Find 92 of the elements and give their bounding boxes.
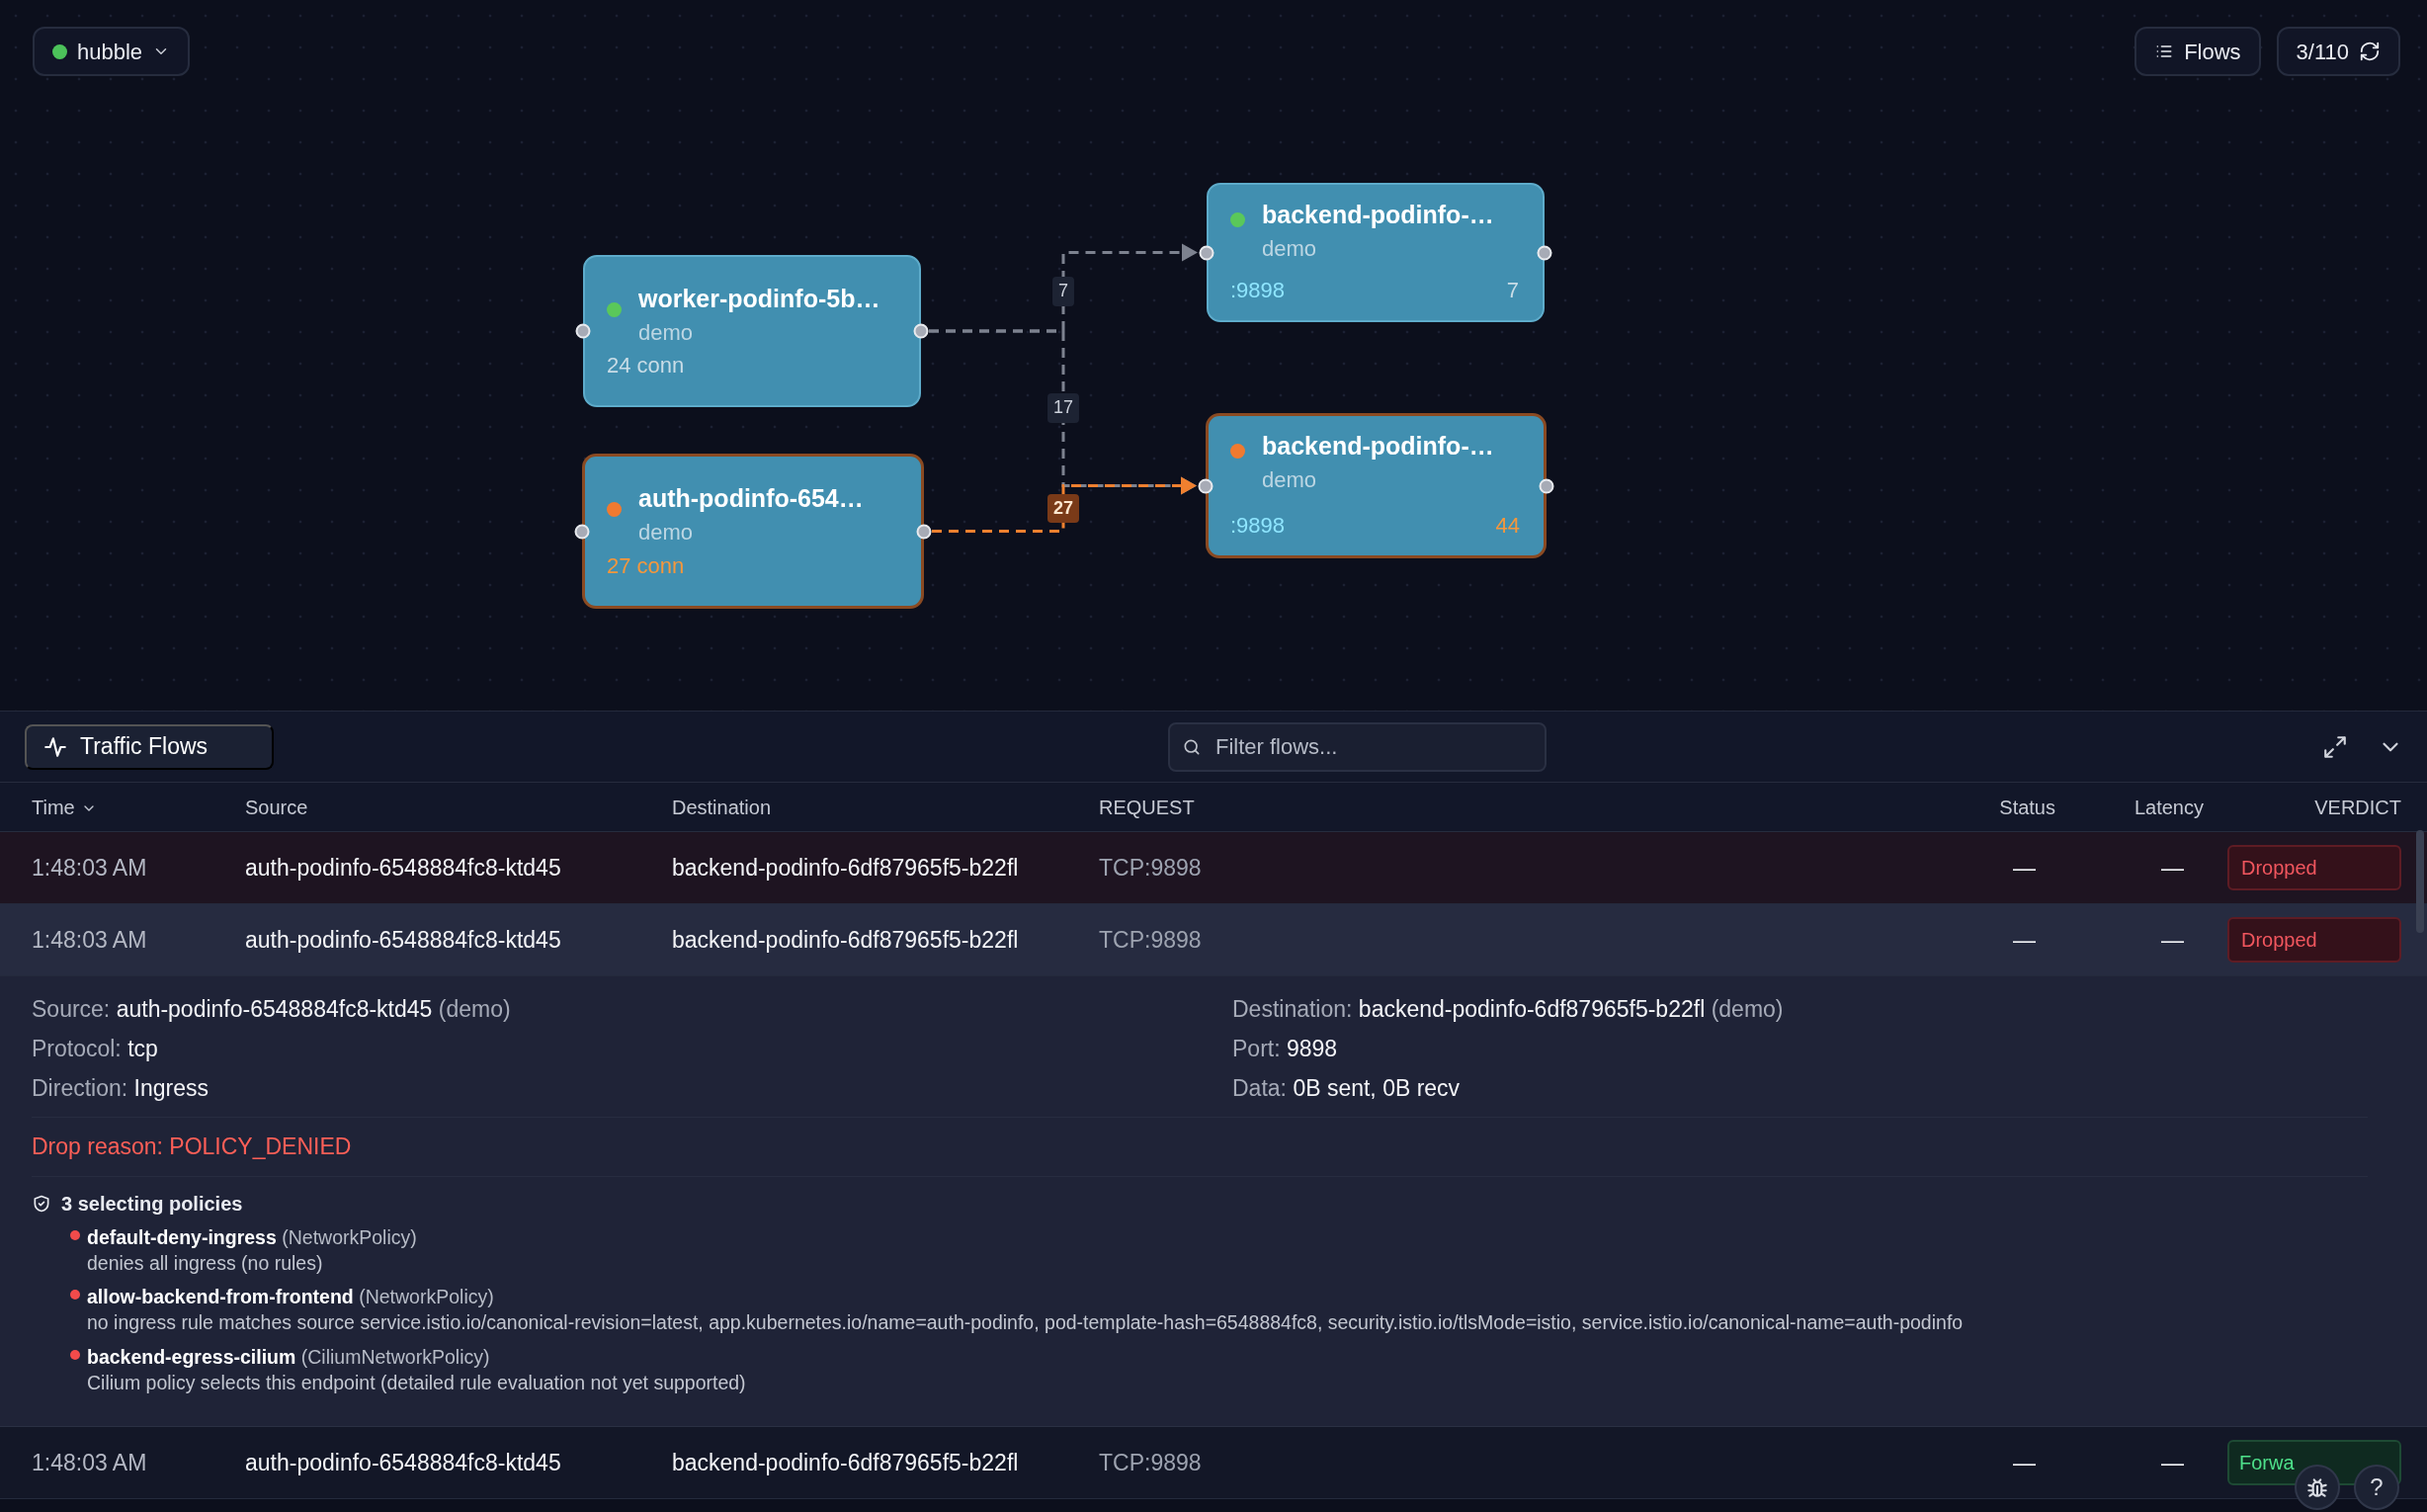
flow-row[interactable]: 1:48:03 AM auth-podinfo-6548884fc8-ktd45 backend-podinfo-6df87965f5-b22fl TCP:9898 — — Dropped [0, 904, 2427, 976]
status-cell-text: — [2012, 925, 2037, 955]
policies-heading: 3 selecting policies [61, 1191, 243, 1217]
status-dot [70, 1349, 80, 1360]
field-label: Protocol: [32, 1036, 122, 1061]
destination-cell-text: backend-podinfo-6df87965f5-b22fl [672, 853, 1020, 882]
column-header: Status [1998, 795, 2055, 820]
edge-label: 7 [1052, 277, 1074, 307]
field-value: auth-podinfo-6548884fc8-ktd45 [116, 996, 433, 1022]
destination-cell-text: backend-podinfo-6df87965f5-b22fl [672, 1448, 1020, 1477]
connection-handle[interactable] [1199, 245, 1214, 260]
latency-cell-text: — [2160, 853, 2185, 882]
port-label: :9898 [1230, 512, 1286, 540]
service-node[interactable]: backend-podinfo-… demo :9898 44 [1206, 413, 1547, 558]
policy-description: Cilium policy selects this endpoint (detailed rule evaluation not yet supported) [87, 1372, 746, 1394]
time-cell-text: 1:48:03 AM [32, 925, 148, 955]
column-header: REQUEST [1099, 795, 1196, 820]
field-value: tcp [127, 1036, 158, 1061]
policy-type: (NetworkPolicy) [282, 1225, 417, 1248]
policy-type: (NetworkPolicy) [359, 1286, 494, 1308]
status-cell-text: — [2012, 1448, 2037, 1477]
namespace-label: demo [638, 319, 694, 347]
port-label: :9898 [1230, 277, 1286, 304]
field-value: Ingress [133, 1075, 209, 1101]
namespace-text: (demo) [438, 996, 511, 1022]
namespace-label: demo [1262, 235, 1317, 263]
scrollbar-thumb[interactable] [2416, 830, 2424, 933]
node-title: backend-podinfo-… [1262, 200, 1494, 230]
flow-row[interactable]: 1:48:03 AM auth-podinfo-6548884fc8-ktd45 backend-podinfo-6df87965f5-b22fl TCP:9898 — — Dropped [0, 832, 2427, 904]
namespace-text: (demo) [1711, 996, 1784, 1022]
latency-cell-text: — [2160, 1448, 2185, 1477]
connection-handle[interactable] [574, 524, 590, 539]
node-title: auth-podinfo-654… [638, 483, 864, 514]
source-cell-text: auth-podinfo-6548884fc8-ktd45 [245, 925, 562, 955]
policy-description: no ingress rule matches source service.istio.io/canonical-revision=latest, app.kubernetes.io/name=auth-podinfo, pod-template-hash=6548884fc8, security.istio.io/tlsMode=istio, service.istio.io/canonical-name=auth-podinfo [87, 1311, 1964, 1334]
cluster-dropdown[interactable]: hubble [33, 27, 191, 76]
expand-icon [2322, 733, 2348, 760]
workload-node[interactable]: auth-podinfo-654… demo 27 conn [582, 454, 924, 609]
field-label: Direction: [32, 1075, 128, 1101]
verdict-badge: Dropped [2227, 845, 2401, 890]
column-header: Latency [2133, 795, 2204, 820]
field-value: backend-podinfo-6df87965f5-b22fl [1358, 996, 1706, 1022]
connection-handle[interactable] [1198, 478, 1214, 493]
field-label: Destination: [1232, 996, 1353, 1022]
connection-handle[interactable] [575, 323, 591, 339]
search-field[interactable]: Filter flows... [1168, 721, 1547, 772]
column-header[interactable]: Time [32, 792, 245, 822]
time-cell-text: 1:48:03 AM [32, 853, 148, 882]
policy-type: (CiliumNetworkPolicy) [300, 1345, 490, 1368]
source-cell-text: auth-podinfo-6548884fc8-ktd45 [245, 1448, 562, 1477]
field-value: 9898 [1286, 1036, 1338, 1061]
service-node[interactable]: backend-podinfo-… demo :9898 7 [1207, 183, 1545, 322]
status-dot [70, 1229, 80, 1240]
policy-name: allow-backend-from-frontend [87, 1286, 354, 1308]
request-cell-text: TCP:9898 [1099, 1448, 1203, 1477]
source-cell-text: auth-podinfo-6548884fc8-ktd45 [245, 853, 562, 882]
edge-label: 27 [1047, 493, 1079, 524]
node-title: worker-podinfo-5b… [638, 284, 880, 314]
column-header: VERDICT [2313, 795, 2401, 820]
field-value: 0B sent, 0B recv [1293, 1075, 1461, 1101]
field-label: Data: [1232, 1075, 1287, 1101]
column-header: Source [245, 795, 309, 820]
drop-reason: Drop reason: POLICY_DENIED [32, 1134, 352, 1159]
connection-count: 24 conn [607, 352, 685, 379]
request-cell-text: TCP:9898 [1099, 853, 1203, 882]
flow-count: 44 [1495, 512, 1520, 540]
verdict-badge: Dropped [2227, 917, 2401, 963]
flows-button[interactable]: Flows [2134, 27, 2261, 76]
flow-count: 7 [1506, 277, 1519, 304]
policy-name: backend-egress-cilium [87, 1345, 296, 1368]
connection-count: 27 conn [607, 552, 685, 580]
refresh-counter-button[interactable]: 3/110 [2276, 27, 2400, 76]
destination-cell-text: backend-podinfo-6df87965f5-b22fl [672, 925, 1020, 955]
policy-name: default-deny-ingress [87, 1225, 277, 1248]
namespace-label: demo [1262, 466, 1317, 494]
panel-tab[interactable]: Traffic Flows [25, 723, 274, 770]
workload-node[interactable]: worker-podinfo-5b… demo 24 conn [583, 255, 921, 407]
latency-cell-text: — [2160, 925, 2185, 955]
namespace-label: demo [638, 519, 694, 546]
field-label: Port: [1232, 1036, 1281, 1061]
column-header: Destination [672, 795, 773, 820]
status-cell-text: — [2012, 853, 2037, 882]
request-cell-text: TCP:9898 [1099, 925, 1203, 955]
policy-description: denies all ingress (no rules) [87, 1251, 323, 1274]
node-title: backend-podinfo-… [1262, 431, 1494, 462]
status-dot [52, 43, 67, 59]
time-cell-text: 1:48:03 AM [32, 1448, 148, 1477]
refresh-icon [2359, 41, 2381, 62]
status-dot [70, 1290, 80, 1301]
edge-label: 17 [1047, 393, 1079, 424]
shield-icon [32, 1193, 51, 1214]
field-label: Source: [32, 996, 111, 1022]
